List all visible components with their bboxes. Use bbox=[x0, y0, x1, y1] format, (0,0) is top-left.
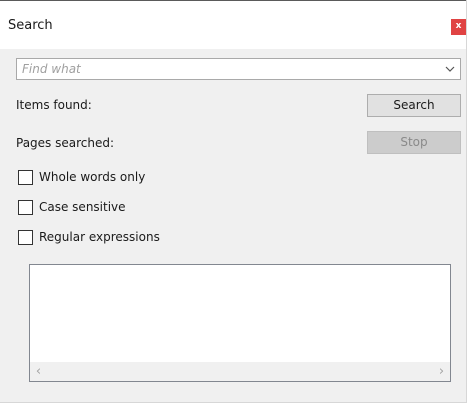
scroll-left-icon[interactable]: ‹ bbox=[30, 362, 47, 381]
find-what-combobox[interactable] bbox=[16, 58, 461, 80]
regular-expressions-checkbox[interactable] bbox=[18, 230, 33, 245]
whole-words-label[interactable]: Whole words only bbox=[39, 170, 145, 184]
case-sensitive-checkbox[interactable] bbox=[18, 200, 33, 215]
title-bar: Search x bbox=[0, 1, 466, 49]
window-title: Search bbox=[8, 18, 53, 33]
case-sensitive-label[interactable]: Case sensitive bbox=[39, 200, 126, 214]
results-list-box[interactable]: ‹ › bbox=[29, 264, 451, 382]
close-button[interactable]: x bbox=[451, 19, 466, 35]
horizontal-scrollbar[interactable]: ‹ › bbox=[30, 362, 450, 381]
search-panel: Search x Items found: Search Pages searc… bbox=[0, 0, 467, 403]
regular-expressions-label[interactable]: Regular expressions bbox=[39, 230, 160, 244]
stop-button[interactable]: Stop bbox=[367, 131, 461, 154]
results-list[interactable] bbox=[30, 265, 450, 362]
pages-searched-label: Pages searched: bbox=[16, 136, 115, 150]
chevron-down-icon[interactable] bbox=[444, 62, 456, 76]
find-what-input[interactable] bbox=[19, 59, 435, 79]
whole-words-checkbox[interactable] bbox=[18, 170, 33, 185]
search-button[interactable]: Search bbox=[367, 94, 461, 117]
scroll-track[interactable] bbox=[47, 362, 433, 381]
scroll-right-icon[interactable]: › bbox=[433, 362, 450, 381]
items-found-label: Items found: bbox=[16, 98, 92, 112]
close-icon: x bbox=[455, 21, 462, 31]
